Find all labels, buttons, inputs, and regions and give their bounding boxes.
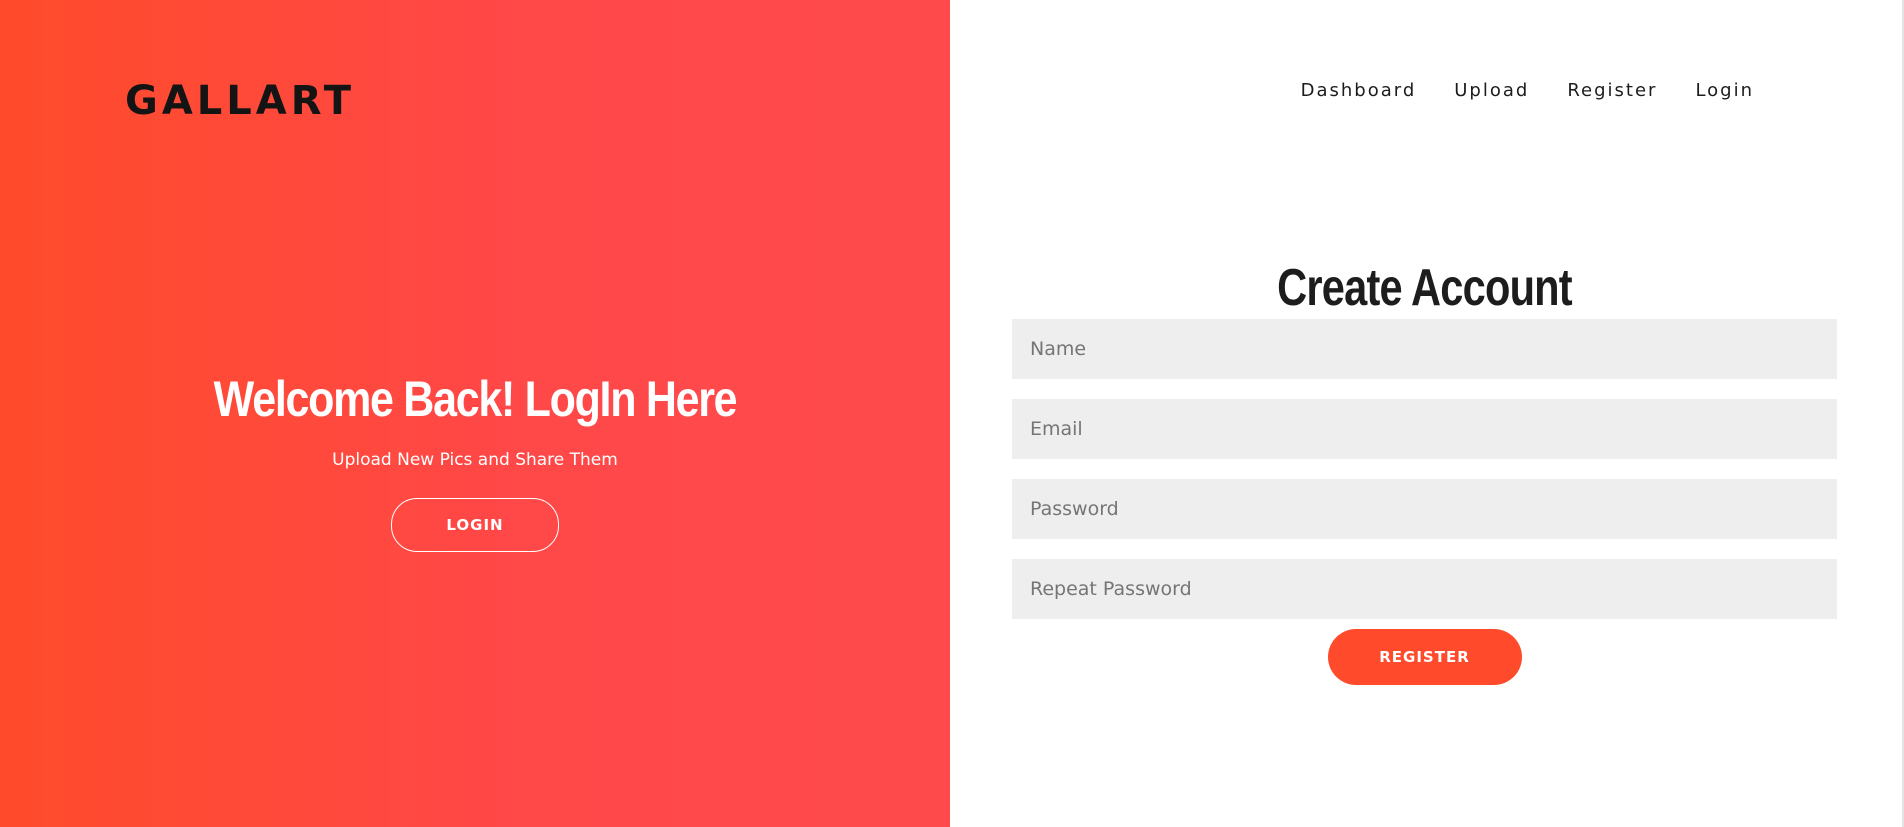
nav-link-register[interactable]: Register bbox=[1567, 80, 1657, 101]
form-fields bbox=[1012, 319, 1837, 619]
register-button-row: REGISTER bbox=[1012, 629, 1837, 685]
welcome-hero: Welcome Back! LogIn Here Upload New Pics… bbox=[0, 370, 950, 552]
repeat-password-input[interactable] bbox=[1012, 559, 1837, 619]
welcome-subtitle: Upload New Pics and Share Them bbox=[332, 450, 618, 470]
brand-logo[interactable]: GALLART bbox=[125, 78, 355, 124]
register-button[interactable]: REGISTER bbox=[1327, 629, 1522, 685]
page: GALLART Welcome Back! LogIn Here Upload … bbox=[0, 0, 1904, 827]
register-form: Create Account REGISTER bbox=[1012, 255, 1837, 685]
email-input[interactable] bbox=[1012, 399, 1837, 459]
nav-link-upload[interactable]: Upload bbox=[1454, 80, 1529, 101]
password-input[interactable] bbox=[1012, 479, 1837, 539]
name-input[interactable] bbox=[1012, 319, 1837, 379]
register-panel: Dashboard Upload Register Login Create A… bbox=[950, 0, 1904, 827]
form-title: Create Account bbox=[1277, 259, 1573, 317]
top-nav: Dashboard Upload Register Login bbox=[1301, 80, 1754, 101]
nav-link-dashboard[interactable]: Dashboard bbox=[1301, 80, 1417, 101]
nav-link-login[interactable]: Login bbox=[1695, 80, 1754, 101]
welcome-panel: GALLART Welcome Back! LogIn Here Upload … bbox=[0, 0, 950, 827]
login-button[interactable]: LOGIN bbox=[391, 498, 559, 552]
welcome-title: Welcome Back! LogIn Here bbox=[213, 371, 738, 427]
